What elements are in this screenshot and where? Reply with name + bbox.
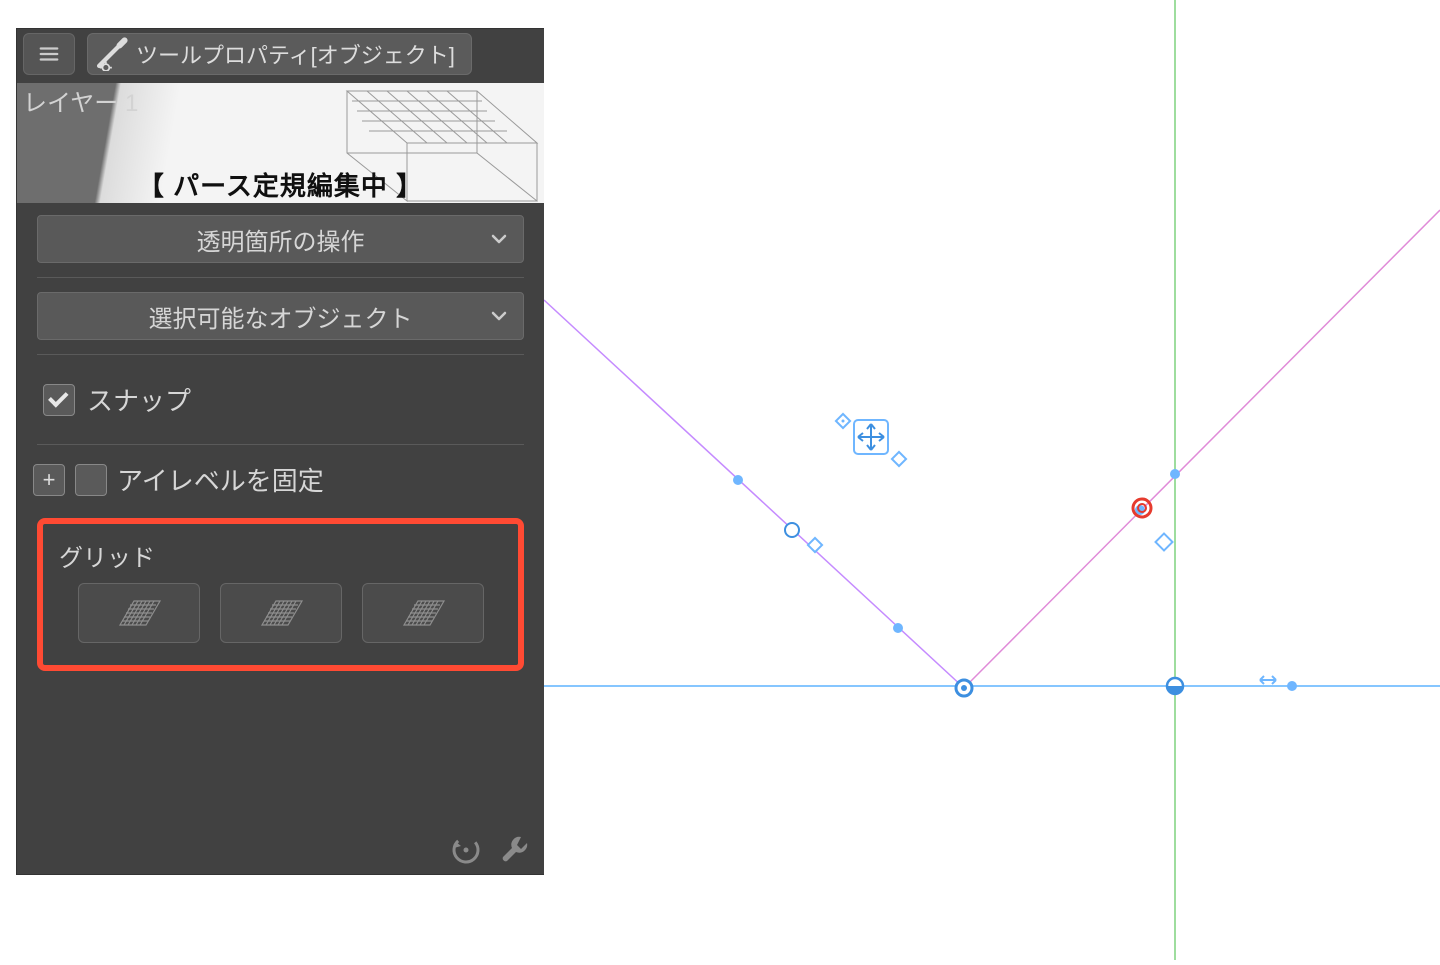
horiz-move-icon[interactable] — [1258, 672, 1278, 688]
grid-section-highlighted: グリッド — [37, 518, 524, 671]
fix-eye-level-row: + アイレベルを固定 — [17, 455, 544, 512]
transparent-operation-dropdown[interactable]: 透明箇所の操作 — [37, 215, 524, 263]
vanishing-point-center[interactable] — [956, 680, 972, 696]
fix-eye-level-label: アイレベルを固定 — [117, 461, 324, 498]
ruler-handle[interactable] — [733, 475, 743, 485]
ruler-handle[interactable] — [1287, 681, 1297, 691]
panel-menu-button[interactable] — [23, 33, 75, 75]
hamburger-icon — [38, 43, 60, 65]
divider — [37, 444, 524, 445]
divider — [37, 354, 524, 355]
fix-eye-level-checkbox[interactable] — [75, 464, 107, 496]
ruler-handle[interactable] — [893, 623, 903, 633]
wrench-icon[interactable] — [498, 832, 534, 868]
horizon-vertical-anchor[interactable] — [1167, 678, 1191, 694]
grid-section-title: グリッド — [59, 538, 504, 573]
ruler-open-handle[interactable] — [785, 523, 799, 537]
ruler-handle[interactable] — [1170, 469, 1180, 479]
panel-footer — [448, 832, 534, 868]
grid-xz-button[interactable] — [362, 583, 484, 643]
snap-row: スナップ — [17, 365, 544, 434]
chevron-down-icon — [489, 306, 509, 326]
grid-plane-icon — [400, 595, 446, 631]
perspective-ruler-overlay — [544, 0, 1440, 960]
dropdown-label: 選択可能なオブジェクト — [149, 299, 413, 334]
tool-property-panel: ツールプロパティ[オブジェクト] レイヤー 1 【 パース定規編集中 】 透明箇… — [17, 29, 544, 874]
layer-preview: レイヤー 1 【 パース定規編集中 】 — [17, 83, 544, 203]
move-handle[interactable] — [836, 414, 906, 466]
dropdown-label: 透明箇所の操作 — [197, 222, 365, 257]
divider — [37, 277, 524, 278]
reset-icon[interactable] — [448, 832, 484, 868]
grid-buttons-row — [57, 583, 504, 643]
chevron-down-icon — [489, 229, 509, 249]
grid-plane-icon — [258, 595, 304, 631]
object-tool-icon — [94, 37, 128, 71]
editing-status-label: 【 パース定規編集中 】 — [138, 166, 423, 203]
expand-button[interactable]: + — [33, 464, 65, 496]
tool-tab-label: ツールプロパティ[オブジェクト] — [136, 38, 455, 70]
snap-checkbox[interactable] — [43, 384, 75, 416]
drawing-canvas[interactable] — [544, 0, 1440, 960]
selectable-objects-dropdown[interactable]: 選択可能なオブジェクト — [37, 292, 524, 340]
grid-xy-button[interactable] — [78, 583, 200, 643]
ruler-diamond-handle[interactable] — [808, 538, 822, 552]
snap-label: スナップ — [87, 381, 191, 418]
grid-yz-button[interactable] — [220, 583, 342, 643]
grid-plane-icon — [116, 595, 162, 631]
tool-tab-object[interactable]: ツールプロパティ[オブジェクト] — [87, 33, 472, 75]
panel-header: ツールプロパティ[オブジェクト] — [17, 29, 544, 79]
ruler-diamond-handle[interactable] — [1156, 534, 1173, 551]
layer-name-label: レイヤー 1 — [23, 83, 138, 118]
